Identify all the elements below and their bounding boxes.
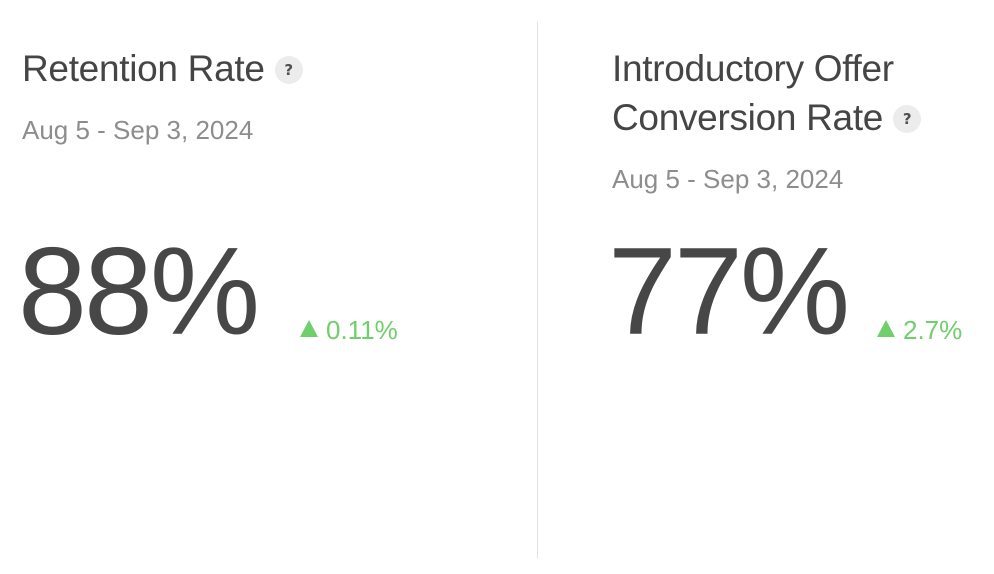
metric-date-range: Aug 5 - Sep 3, 2024 bbox=[22, 115, 254, 145]
metric-title-text: Retention Rate bbox=[22, 48, 265, 89]
question-mark-icon[interactable]: ? bbox=[893, 105, 922, 133]
metric-value: 77% bbox=[608, 223, 850, 361]
metric-change: 2.7% bbox=[877, 313, 962, 347]
metric-title: Retention Rate? bbox=[22, 44, 303, 93]
metric-date-range: Aug 5 - Sep 3, 2024 bbox=[612, 164, 844, 194]
metric-value: 88% bbox=[18, 223, 260, 361]
card-divider bbox=[537, 22, 538, 558]
metric-change-value: 2.7% bbox=[903, 315, 963, 345]
up-triangle-icon bbox=[877, 320, 895, 337]
metric-title-line2: Conversion Rate bbox=[612, 97, 884, 138]
metric-title: Introductory Offer Conversion Rate? bbox=[612, 44, 922, 142]
metric-change: 0.11% bbox=[300, 313, 398, 347]
up-triangle-icon bbox=[300, 320, 318, 337]
metric-change-value: 0.11% bbox=[326, 315, 398, 345]
metric-title-line1: Introductory Offer bbox=[612, 48, 894, 89]
question-mark-icon[interactable]: ? bbox=[274, 56, 303, 84]
